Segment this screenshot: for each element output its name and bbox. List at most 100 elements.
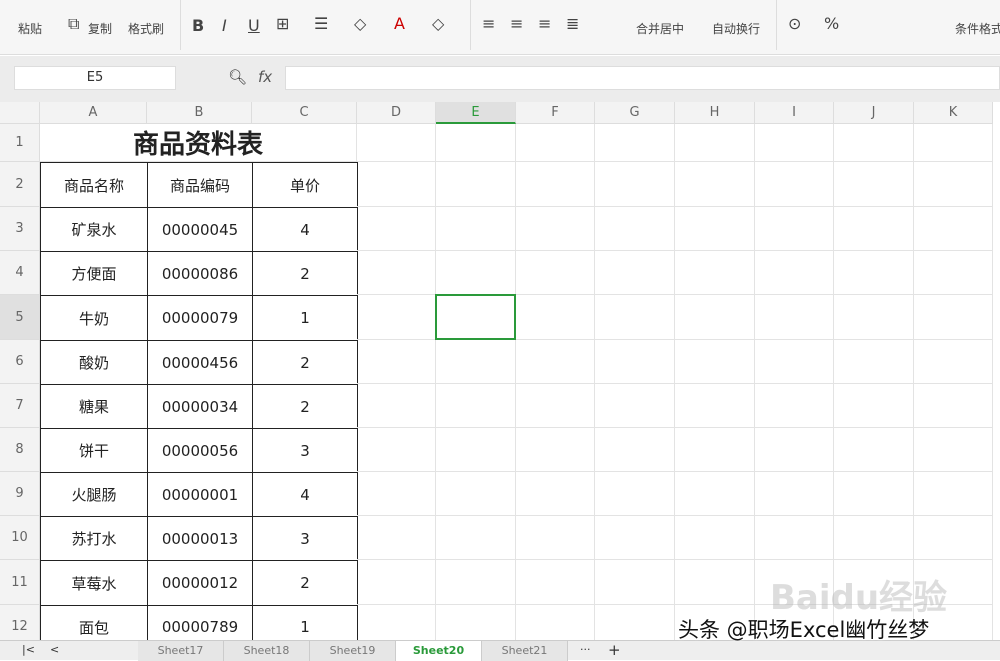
cell-A4[interactable]: 方便面	[40, 251, 148, 296]
cell-K3[interactable]	[914, 207, 993, 251]
cell-C11[interactable]: 2	[252, 560, 358, 606]
cell-B10[interactable]: 00000013	[147, 516, 253, 561]
cell-C2[interactable]: 单价	[252, 162, 358, 208]
cell-D9[interactable]	[357, 472, 436, 516]
column-header-A[interactable]: A	[40, 102, 147, 124]
cell-F6[interactable]	[516, 340, 595, 384]
cell-H1[interactable]	[675, 124, 755, 162]
prev-sheet-icon[interactable]: <	[50, 643, 59, 656]
cell-G7[interactable]	[595, 384, 675, 428]
cell-D10[interactable]	[357, 516, 436, 560]
select-all-corner[interactable]	[0, 102, 40, 124]
cell-K7[interactable]	[914, 384, 993, 428]
name-box[interactable]: E5	[14, 66, 176, 90]
zoom-find-icon[interactable]: 🔍︎	[228, 68, 247, 86]
cell-A7[interactable]: 糖果	[40, 384, 148, 429]
row-header-8[interactable]: 8	[0, 428, 40, 472]
cell-F12[interactable]	[516, 605, 595, 640]
cell-I5[interactable]	[755, 295, 834, 340]
font-color-icon[interactable]: A	[394, 14, 405, 33]
cell-C12[interactable]: 1	[252, 605, 358, 640]
row-header-7[interactable]: 7	[0, 384, 40, 428]
cell-I1[interactable]	[755, 124, 834, 162]
cell-G8[interactable]	[595, 428, 675, 472]
cell-style-icon[interactable]: ☰	[314, 14, 328, 33]
align-left-icon[interactable]: ≡	[482, 14, 495, 33]
sheet-tab-sheet19[interactable]: Sheet19	[310, 641, 396, 661]
cell-E11[interactable]	[436, 560, 516, 605]
cell-A8[interactable]: 饼干	[40, 428, 148, 473]
cell-G4[interactable]	[595, 251, 675, 295]
cell-F9[interactable]	[516, 472, 595, 516]
cell-J1[interactable]	[834, 124, 914, 162]
column-header-F[interactable]: F	[516, 102, 595, 124]
cell-A10[interactable]: 苏打水	[40, 516, 148, 561]
cell-C4[interactable]: 2	[252, 251, 358, 296]
cell-H11[interactable]	[675, 560, 755, 605]
cell-B11[interactable]: 00000012	[147, 560, 253, 606]
cell-J7[interactable]	[834, 384, 914, 428]
row-header-5[interactable]: 5	[0, 295, 40, 340]
cell-D7[interactable]	[357, 384, 436, 428]
cell-B12[interactable]: 00000789	[147, 605, 253, 640]
column-header-I[interactable]: I	[755, 102, 834, 124]
cell-K1[interactable]	[914, 124, 993, 162]
cell-D8[interactable]	[357, 428, 436, 472]
row-header-3[interactable]: 3	[0, 207, 40, 251]
cell-D1[interactable]	[357, 124, 436, 162]
cell-E12[interactable]	[436, 605, 516, 640]
cell-C7[interactable]: 2	[252, 384, 358, 429]
cell-G12[interactable]	[595, 605, 675, 640]
sheet-tab-sheet18[interactable]: Sheet18	[224, 641, 310, 661]
row-header-9[interactable]: 9	[0, 472, 40, 516]
cell-K6[interactable]	[914, 340, 993, 384]
cell-A2[interactable]: 商品名称	[40, 162, 148, 208]
cell-F1[interactable]	[516, 124, 595, 162]
row-header-11[interactable]: 11	[0, 560, 40, 605]
cell-F2[interactable]	[516, 162, 595, 207]
cell-J4[interactable]	[834, 251, 914, 295]
formula-input[interactable]	[285, 66, 1000, 90]
cell-G1[interactable]	[595, 124, 675, 162]
cell-J3[interactable]	[834, 207, 914, 251]
cell-G10[interactable]	[595, 516, 675, 560]
cell-K10[interactable]	[914, 516, 993, 560]
cell-E3[interactable]	[436, 207, 516, 251]
cell-C8[interactable]: 3	[252, 428, 358, 473]
cell-G9[interactable]	[595, 472, 675, 516]
cell-B7[interactable]: 00000034	[147, 384, 253, 429]
sheet-tab-sheet20[interactable]: Sheet20	[396, 641, 482, 661]
column-header-J[interactable]: J	[834, 102, 914, 124]
cell-K2[interactable]	[914, 162, 993, 207]
cell-F3[interactable]	[516, 207, 595, 251]
cell-G6[interactable]	[595, 340, 675, 384]
cell-G3[interactable]	[595, 207, 675, 251]
cell-H10[interactable]	[675, 516, 755, 560]
cell-E6[interactable]	[436, 340, 516, 384]
cell-B3[interactable]: 00000045	[147, 207, 253, 252]
cell-J9[interactable]	[834, 472, 914, 516]
column-header-K[interactable]: K	[914, 102, 993, 124]
column-header-H[interactable]: H	[675, 102, 755, 124]
cell-A11[interactable]: 草莓水	[40, 560, 148, 606]
cell-H8[interactable]	[675, 428, 755, 472]
cell-I7[interactable]	[755, 384, 834, 428]
cell-J10[interactable]	[834, 516, 914, 560]
fx-button[interactable]: fx	[258, 68, 272, 86]
cell-A6[interactable]: 酸奶	[40, 340, 148, 385]
cell-B4[interactable]: 00000086	[147, 251, 253, 296]
cell-G11[interactable]	[595, 560, 675, 605]
sheet-tab-sheet17[interactable]: Sheet17	[138, 641, 224, 661]
eraser-icon[interactable]: ◇	[432, 14, 444, 33]
cell-I2[interactable]	[755, 162, 834, 207]
add-sheet-icon[interactable]: +	[608, 641, 621, 659]
cell-D5[interactable]	[357, 295, 436, 340]
cell-K5[interactable]	[914, 295, 993, 340]
cell-E2[interactable]	[436, 162, 516, 207]
cell-G5[interactable]	[595, 295, 675, 340]
row-header-1[interactable]: 1	[0, 124, 40, 162]
cell-H7[interactable]	[675, 384, 755, 428]
cell-H6[interactable]	[675, 340, 755, 384]
copy-button[interactable]: 复制	[88, 20, 112, 37]
cell-F5[interactable]	[516, 295, 595, 340]
